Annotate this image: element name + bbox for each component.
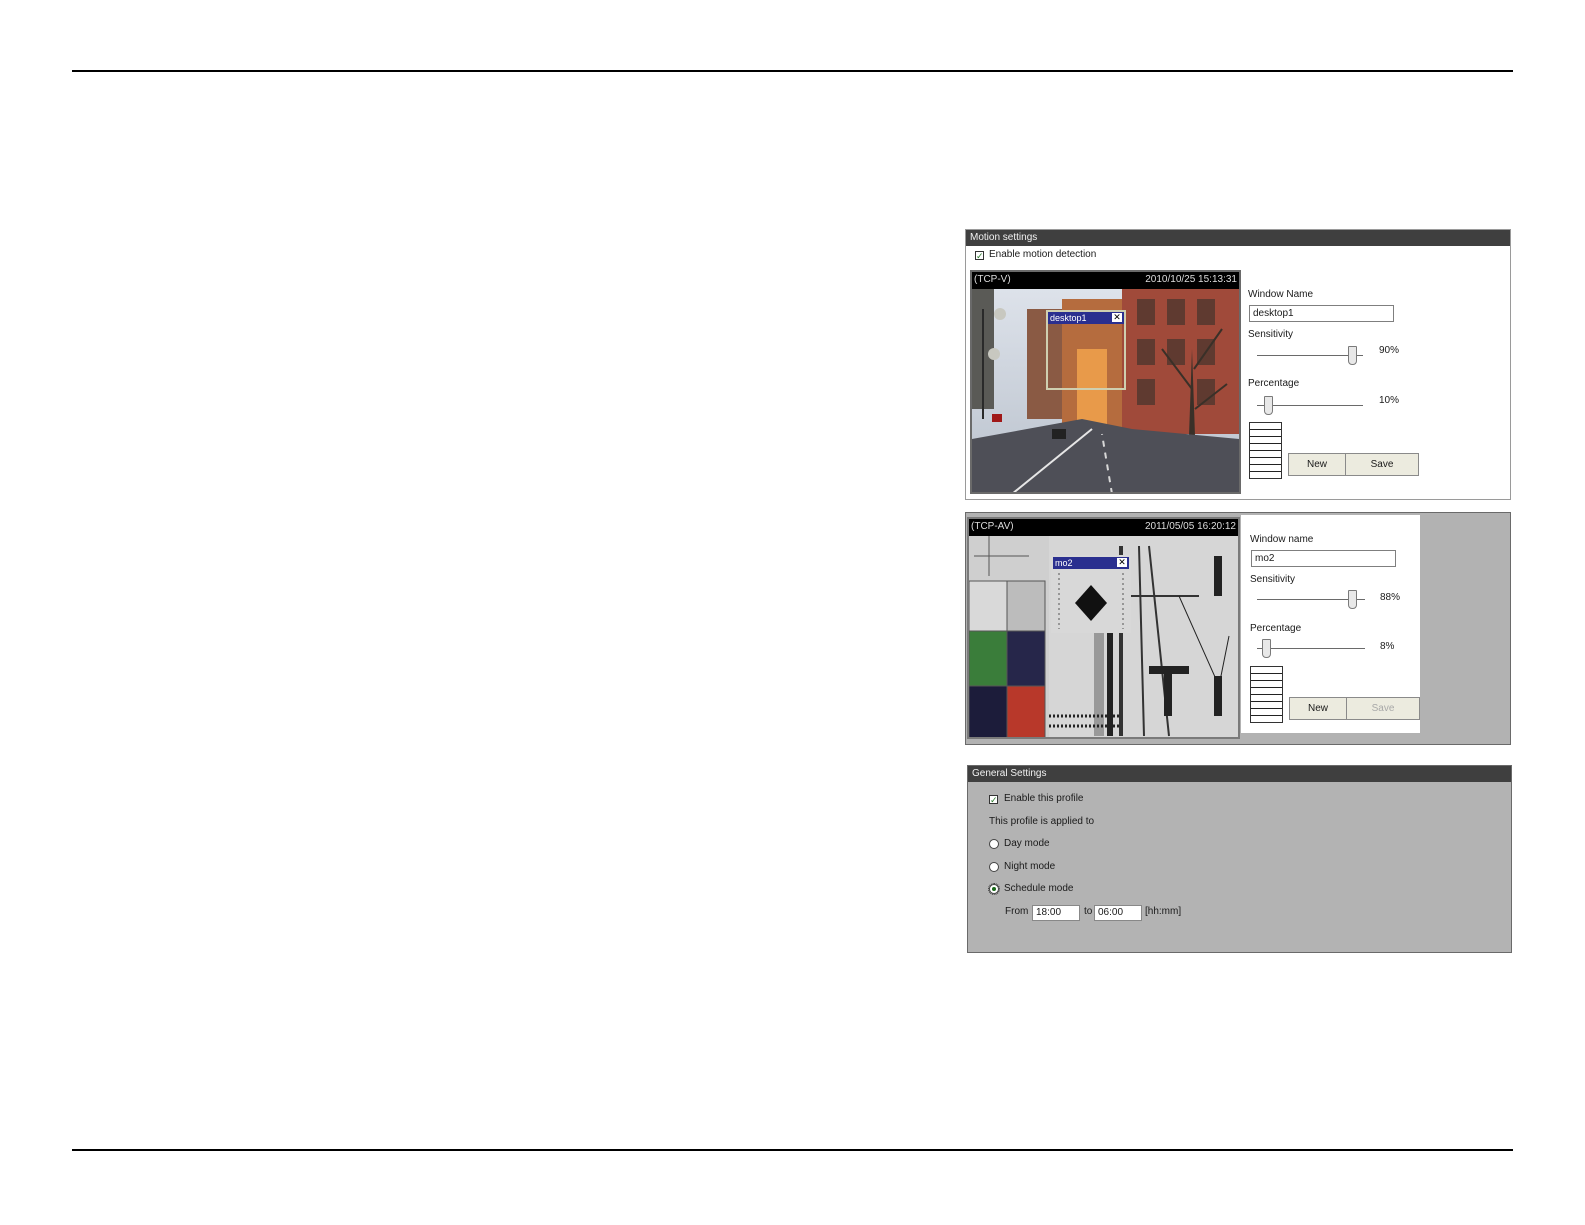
motion-window-name: desktop1 <box>1050 313 1087 323</box>
save-button-2: Save <box>1346 697 1420 720</box>
bottom-rule <box>72 1149 1513 1151</box>
motion-level-indicator-2 <box>1250 666 1283 723</box>
motion-window-titlebar-2[interactable]: mo2 ✕ <box>1053 557 1129 569</box>
window-name-label: Window Name <box>1248 289 1314 300</box>
to-label: to <box>1084 906 1093 917</box>
percentage-value: 10% <box>1379 395 1400 406</box>
sensitivity-value-2: 88% <box>1380 592 1401 603</box>
sensitivity-slider-thumb-2[interactable] <box>1348 590 1358 609</box>
stream-label: (TCP-V) <box>974 274 1011 285</box>
schedule-mode-label: Schedule mode <box>1004 883 1074 894</box>
general-settings-panel: General Settings ✓ Enable this profile T… <box>967 765 1512 953</box>
camera-timestamp: 2010/10/25 15:13:31 <box>1145 274 1237 285</box>
camera-header: (TCP-V) 2010/10/25 15:13:31 <box>972 272 1239 287</box>
enable-motion-label: Enable motion detection <box>989 249 1097 260</box>
new-button-2[interactable]: New <box>1289 697 1347 720</box>
from-time-input[interactable]: 18:00 <box>1032 905 1080 921</box>
sensitivity-slider-thumb[interactable] <box>1348 346 1358 365</box>
top-rule <box>72 70 1513 72</box>
motion-settings-panel: Motion settings ✓ Enable motion detectio… <box>965 229 1511 500</box>
night-mode-radio[interactable] <box>989 862 999 872</box>
window-name-input[interactable]: desktop1 <box>1249 305 1394 322</box>
motion-settings-panel-2: (TCP-AV) 2011/05/05 16:20:12 mo2 ✕ Windo… <box>965 512 1511 745</box>
enable-motion-checkbox[interactable]: ✓ <box>975 251 984 261</box>
diamond-target <box>1053 569 1129 633</box>
window-name-label-2: Window name <box>1250 534 1314 545</box>
motion-level-indicator <box>1249 422 1282 479</box>
save-button[interactable]: Save <box>1345 453 1419 476</box>
enable-profile-checkbox[interactable]: ✓ <box>989 795 998 805</box>
motion-window-desktop1[interactable]: desktop1 ✕ <box>1046 310 1126 390</box>
sensitivity-label: Sensitivity <box>1248 329 1294 340</box>
close-icon[interactable]: ✕ <box>1112 313 1122 322</box>
percentage-value-2: 8% <box>1380 641 1395 652</box>
enable-profile-label: Enable this profile <box>1004 793 1084 804</box>
percentage-slider-thumb[interactable] <box>1263 396 1273 415</box>
from-label: From <box>1005 906 1029 917</box>
close-icon[interactable]: ✕ <box>1117 558 1127 567</box>
motion-window-name-2: mo2 <box>1055 558 1073 568</box>
general-settings-title: General Settings <box>968 766 1511 782</box>
camera-header-2: (TCP-AV) 2011/05/05 16:20:12 <box>969 519 1238 534</box>
stream-label-2: (TCP-AV) <box>971 521 1014 532</box>
day-mode-radio[interactable] <box>989 839 999 849</box>
percentage-slider-thumb-2[interactable] <box>1261 639 1271 658</box>
motion-window-mo2[interactable]: mo2 ✕ <box>1051 555 1131 633</box>
percentage-label: Percentage <box>1248 378 1300 389</box>
applied-to-label: This profile is applied to <box>989 816 1095 827</box>
time-format-label: [hh:mm] <box>1145 906 1182 917</box>
sensitivity-label-2: Sensitivity <box>1250 574 1296 585</box>
camera-view[interactable]: (TCP-V) 2010/10/25 15:13:31 desktop1 ✕ <box>970 270 1241 494</box>
motion-window-titlebar[interactable]: desktop1 ✕ <box>1048 312 1124 324</box>
percentage-label-2: Percentage <box>1250 623 1302 634</box>
day-mode-label: Day mode <box>1004 838 1050 849</box>
motion-controls-2: Window name mo2 Sensitivity 88% Percenta… <box>1241 515 1420 733</box>
camera-timestamp-2: 2011/05/05 16:20:12 <box>1144 521 1236 532</box>
window-name-input-2[interactable]: mo2 <box>1251 550 1396 567</box>
night-mode-label: Night mode <box>1004 861 1056 872</box>
schedule-mode-radio[interactable] <box>988 883 1000 895</box>
sensitivity-slider-track[interactable] <box>1257 355 1363 356</box>
motion-settings-title: Motion settings <box>966 230 1510 246</box>
sensitivity-value: 90% <box>1379 345 1400 356</box>
percentage-slider-track-2[interactable] <box>1257 648 1365 649</box>
new-button[interactable]: New <box>1288 453 1346 476</box>
percentage-slider-track[interactable] <box>1257 405 1363 406</box>
to-time-input[interactable]: 06:00 <box>1094 905 1142 921</box>
camera-view-2[interactable]: (TCP-AV) 2011/05/05 16:20:12 mo2 ✕ <box>967 517 1240 739</box>
